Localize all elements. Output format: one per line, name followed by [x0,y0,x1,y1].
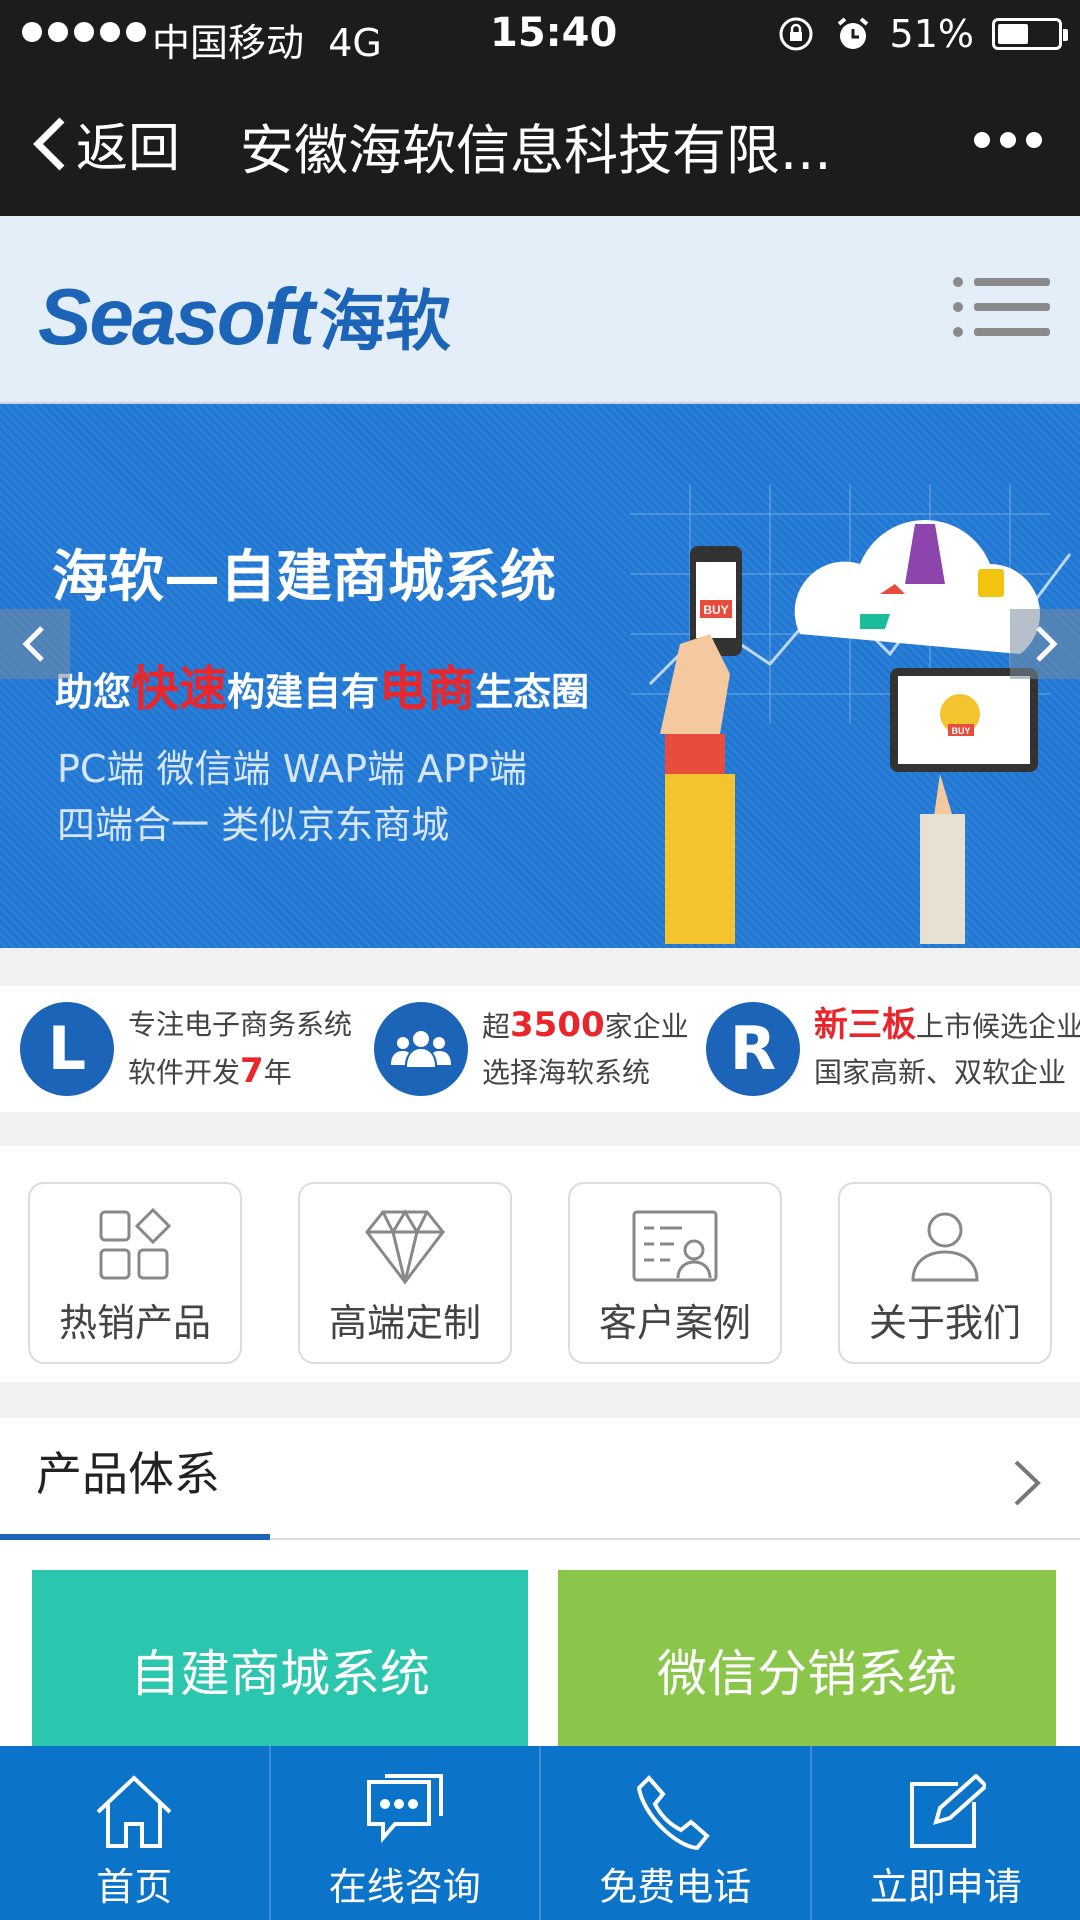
banner-platforms: PC端 微信端 WAP端 APP端 [57,747,527,791]
buy-label-phone: BUY [703,603,728,617]
feature-experience: L 专注电子商务系统 软件开发7年 [20,1002,352,1096]
id-card-icon [632,1210,718,1282]
page-title: 安徽海软信息科技有限... [240,119,832,182]
tab-phone[interactable]: 免费电话 [539,1746,810,1920]
category-cases[interactable]: 客户案例 [568,1182,782,1364]
chevron-left-icon [33,117,65,170]
product-tile-wechat[interactable]: 微信分销系统 [558,1570,1056,1770]
chevron-left-icon [22,626,44,662]
menu-icon[interactable] [952,272,1050,342]
feature-clients: 超3500家企业 选择海软系统 [374,1002,689,1096]
product-tiles: 自建商城系统 微信分销系统 [0,1540,1080,1770]
category-grid: 热销产品 高端定制 客户案例 关于我们 [0,1146,1080,1382]
category-label: 客户案例 [598,1301,751,1345]
banner-slogan: 助您快速构建自有电商生态圈 [55,661,590,717]
battery-percentage: 51% [889,12,974,56]
carousel-prev-button[interactable] [0,609,70,679]
feature-listing: R 新三板上市候选企业 国家高新、双软企业 [706,1002,1080,1096]
category-about[interactable]: 关于我们 [838,1182,1052,1364]
more-button[interactable] [974,132,1042,148]
tab-label: 免费电话 [599,1865,752,1909]
category-custom[interactable]: 高端定制 [298,1182,512,1364]
person-icon [911,1212,979,1282]
tab-label: 首页 [96,1865,173,1909]
phone-icon [637,1775,711,1850]
site-header: Seasoft海软 [0,216,1080,404]
status-bar: 中国移动 4G 15:40 51% [0,0,1080,70]
category-label: 关于我们 [868,1301,1021,1345]
diamond-icon [365,1209,445,1285]
product-tile-mall[interactable]: 自建商城系统 [32,1570,528,1770]
alarm-icon [837,17,868,49]
back-button[interactable]: 返回 [30,106,180,181]
chat-icon [366,1774,443,1844]
banner-carousel[interactable]: 海软—自建商城系统 助您快速构建自有电商生态圈 PC端 微信端 WAP端 APP… [0,404,1080,948]
chevron-right-icon [1036,626,1058,662]
home-icon [96,1775,172,1848]
nav-bar: 返回 安徽海软信息科技有限... [0,70,1080,216]
battery-icon [992,18,1068,50]
tab-apply[interactable]: 立即申请 [809,1746,1080,1920]
chevron-right-icon [1014,1460,1041,1506]
seasoft-logo[interactable]: Seasoft海软 [38,268,451,364]
carrier-label: 中国移动 4G [152,21,382,65]
back-label: 返回 [76,119,181,179]
clock: 15:40 [490,10,618,56]
rotation-lock-icon [779,17,813,51]
product-system-section[interactable]: 产品体系 [0,1418,1080,1540]
letter-l-icon: L [20,1002,114,1096]
category-hot-products[interactable]: 热销产品 [28,1182,242,1364]
letter-r-icon: R [706,1002,800,1096]
buy-label-tablet: BUY [951,726,970,736]
carousel-next-button[interactable] [1010,609,1080,679]
banner-subtitle: 四端合一 类似京东商城 [57,803,450,847]
product-label: 自建商城系统 [130,1645,430,1703]
grid-icon [99,1207,172,1280]
features-strip: L 专注电子商务系统 软件开发7年 超3500家企业 选择海软系统 R 新三板上市候… [0,986,1080,1112]
tab-label: 立即申请 [869,1865,1022,1909]
product-label: 微信分销系统 [657,1645,957,1703]
tab-home[interactable]: 首页 [0,1746,269,1920]
bottom-tab-bar: 首页 在线咨询 免费电话 立即申请 [0,1746,1080,1920]
banner-title: 海软—自建商城系统 [52,545,556,610]
category-label: 热销产品 [58,1301,211,1345]
category-label: 高端定制 [328,1301,481,1345]
edit-icon [909,1774,986,1848]
tab-consult[interactable]: 在线咨询 [268,1746,540,1920]
signal-strength-icon [22,22,146,42]
tab-label: 在线咨询 [328,1865,481,1909]
group-users-icon [374,1002,468,1096]
section-title: 产品体系 [36,1447,220,1501]
